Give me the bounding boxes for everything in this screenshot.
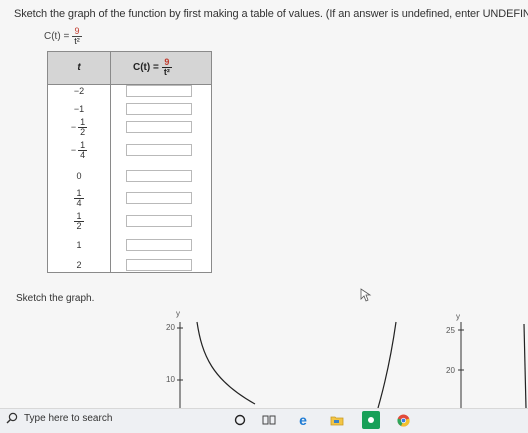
sketch-label: Sketch the graph. (16, 293, 95, 304)
t-value-denominator: 2 (80, 126, 86, 137)
t-value-text: −1 (73, 104, 85, 114)
column-header-c-fraction: 9 t² (161, 57, 172, 77)
t-value-fraction: 14 (78, 139, 88, 160)
graph-left-curve-right (377, 321, 397, 408)
graph-right[interactable] (440, 300, 528, 408)
table-row-t-value: −2 (48, 83, 110, 99)
instruction-text: Sketch the graph of the function by firs… (14, 8, 528, 20)
graph-left-curve-left (196, 321, 256, 405)
search-icon (6, 412, 18, 424)
chrome-icon[interactable] (396, 412, 410, 428)
c-value-input[interactable] (126, 170, 192, 182)
c-value-input[interactable] (126, 215, 192, 227)
c-value-input[interactable] (126, 103, 192, 115)
graph-left-axis-label: y (176, 309, 180, 318)
t-value-denominator: 2 (76, 220, 82, 231)
t-value-numerator: 1 (80, 139, 86, 150)
c-value-input[interactable] (126, 259, 192, 271)
values-table: t C(t) = 9 t² −2 −1−1 2−1 4 0 1 4 1 2 1 2 (47, 51, 212, 273)
c-value-input[interactable] (126, 144, 192, 156)
store-app-icon[interactable] (362, 411, 380, 429)
function-denominator: t² (74, 36, 80, 46)
graph-right-curve (523, 323, 527, 408)
cortana-icon[interactable] (233, 412, 247, 428)
table-row-t-value: 14 (48, 187, 110, 208)
file-explorer-icon[interactable] (330, 412, 344, 428)
c-value-input[interactable] (126, 85, 192, 97)
t-value-sign: − (70, 122, 77, 132)
graph-left-tick-label: 10 (166, 375, 175, 384)
t-value-text: 1 (76, 240, 82, 250)
task-view-icon[interactable] (262, 412, 276, 428)
graph-right-tick-label: 20 (446, 366, 455, 375)
table-row-t-value: −1 4 (48, 139, 110, 160)
t-value-denominator: 4 (76, 197, 82, 208)
column-header-c-lhs: C(t) = (133, 62, 159, 73)
graph-right-tick-label: 25 (446, 326, 455, 335)
table-row-t-value: 2 (48, 257, 110, 273)
t-value-text: 2 (76, 260, 82, 270)
t-value-numerator: 1 (80, 116, 86, 127)
function-numerator: 9 (74, 26, 80, 36)
c-value-input[interactable] (126, 121, 192, 133)
table-row-t-value: 12 (48, 210, 110, 231)
t-value-fraction: 12 (74, 210, 84, 231)
taskbar-search[interactable]: Type here to search (6, 412, 112, 424)
table-row-t-value: 0 (48, 168, 110, 184)
table-row-t-value: −1 (48, 101, 110, 117)
function-fraction: 9 t² (72, 27, 82, 46)
graph-left-tick-label: 20 (166, 323, 175, 332)
t-value-fraction: 12 (78, 116, 88, 137)
c-value-input[interactable] (126, 239, 192, 251)
t-value-numerator: 1 (76, 187, 82, 198)
function-lhs: C(t) = (44, 31, 70, 42)
column-divider (110, 52, 111, 272)
c-value-input[interactable] (126, 192, 192, 204)
function-definition: C(t) = 9 t² (44, 27, 82, 46)
t-value-numerator: 1 (76, 210, 82, 221)
column-header-c-numerator: 9 (164, 57, 170, 67)
t-value-text: −2 (73, 86, 85, 96)
graph-left[interactable] (150, 300, 410, 408)
t-value-fraction: 14 (74, 187, 84, 208)
t-value-text: 0 (76, 171, 82, 181)
taskbar-search-placeholder: Type here to search (24, 412, 113, 424)
t-value-denominator: 4 (80, 149, 86, 160)
table-row-t-value: −1 2 (48, 116, 110, 137)
edge-browser-icon[interactable]: e (296, 412, 310, 428)
table-row-t-value: 1 (48, 237, 110, 253)
table-header: t C(t) = 9 t² (48, 52, 211, 85)
column-header-t: t (77, 62, 81, 73)
graph-right-axis-label: y (456, 312, 460, 321)
t-value-sign: − (70, 145, 77, 155)
column-header-c: C(t) = 9 t² (133, 58, 172, 77)
column-header-c-denominator: t² (163, 67, 170, 77)
